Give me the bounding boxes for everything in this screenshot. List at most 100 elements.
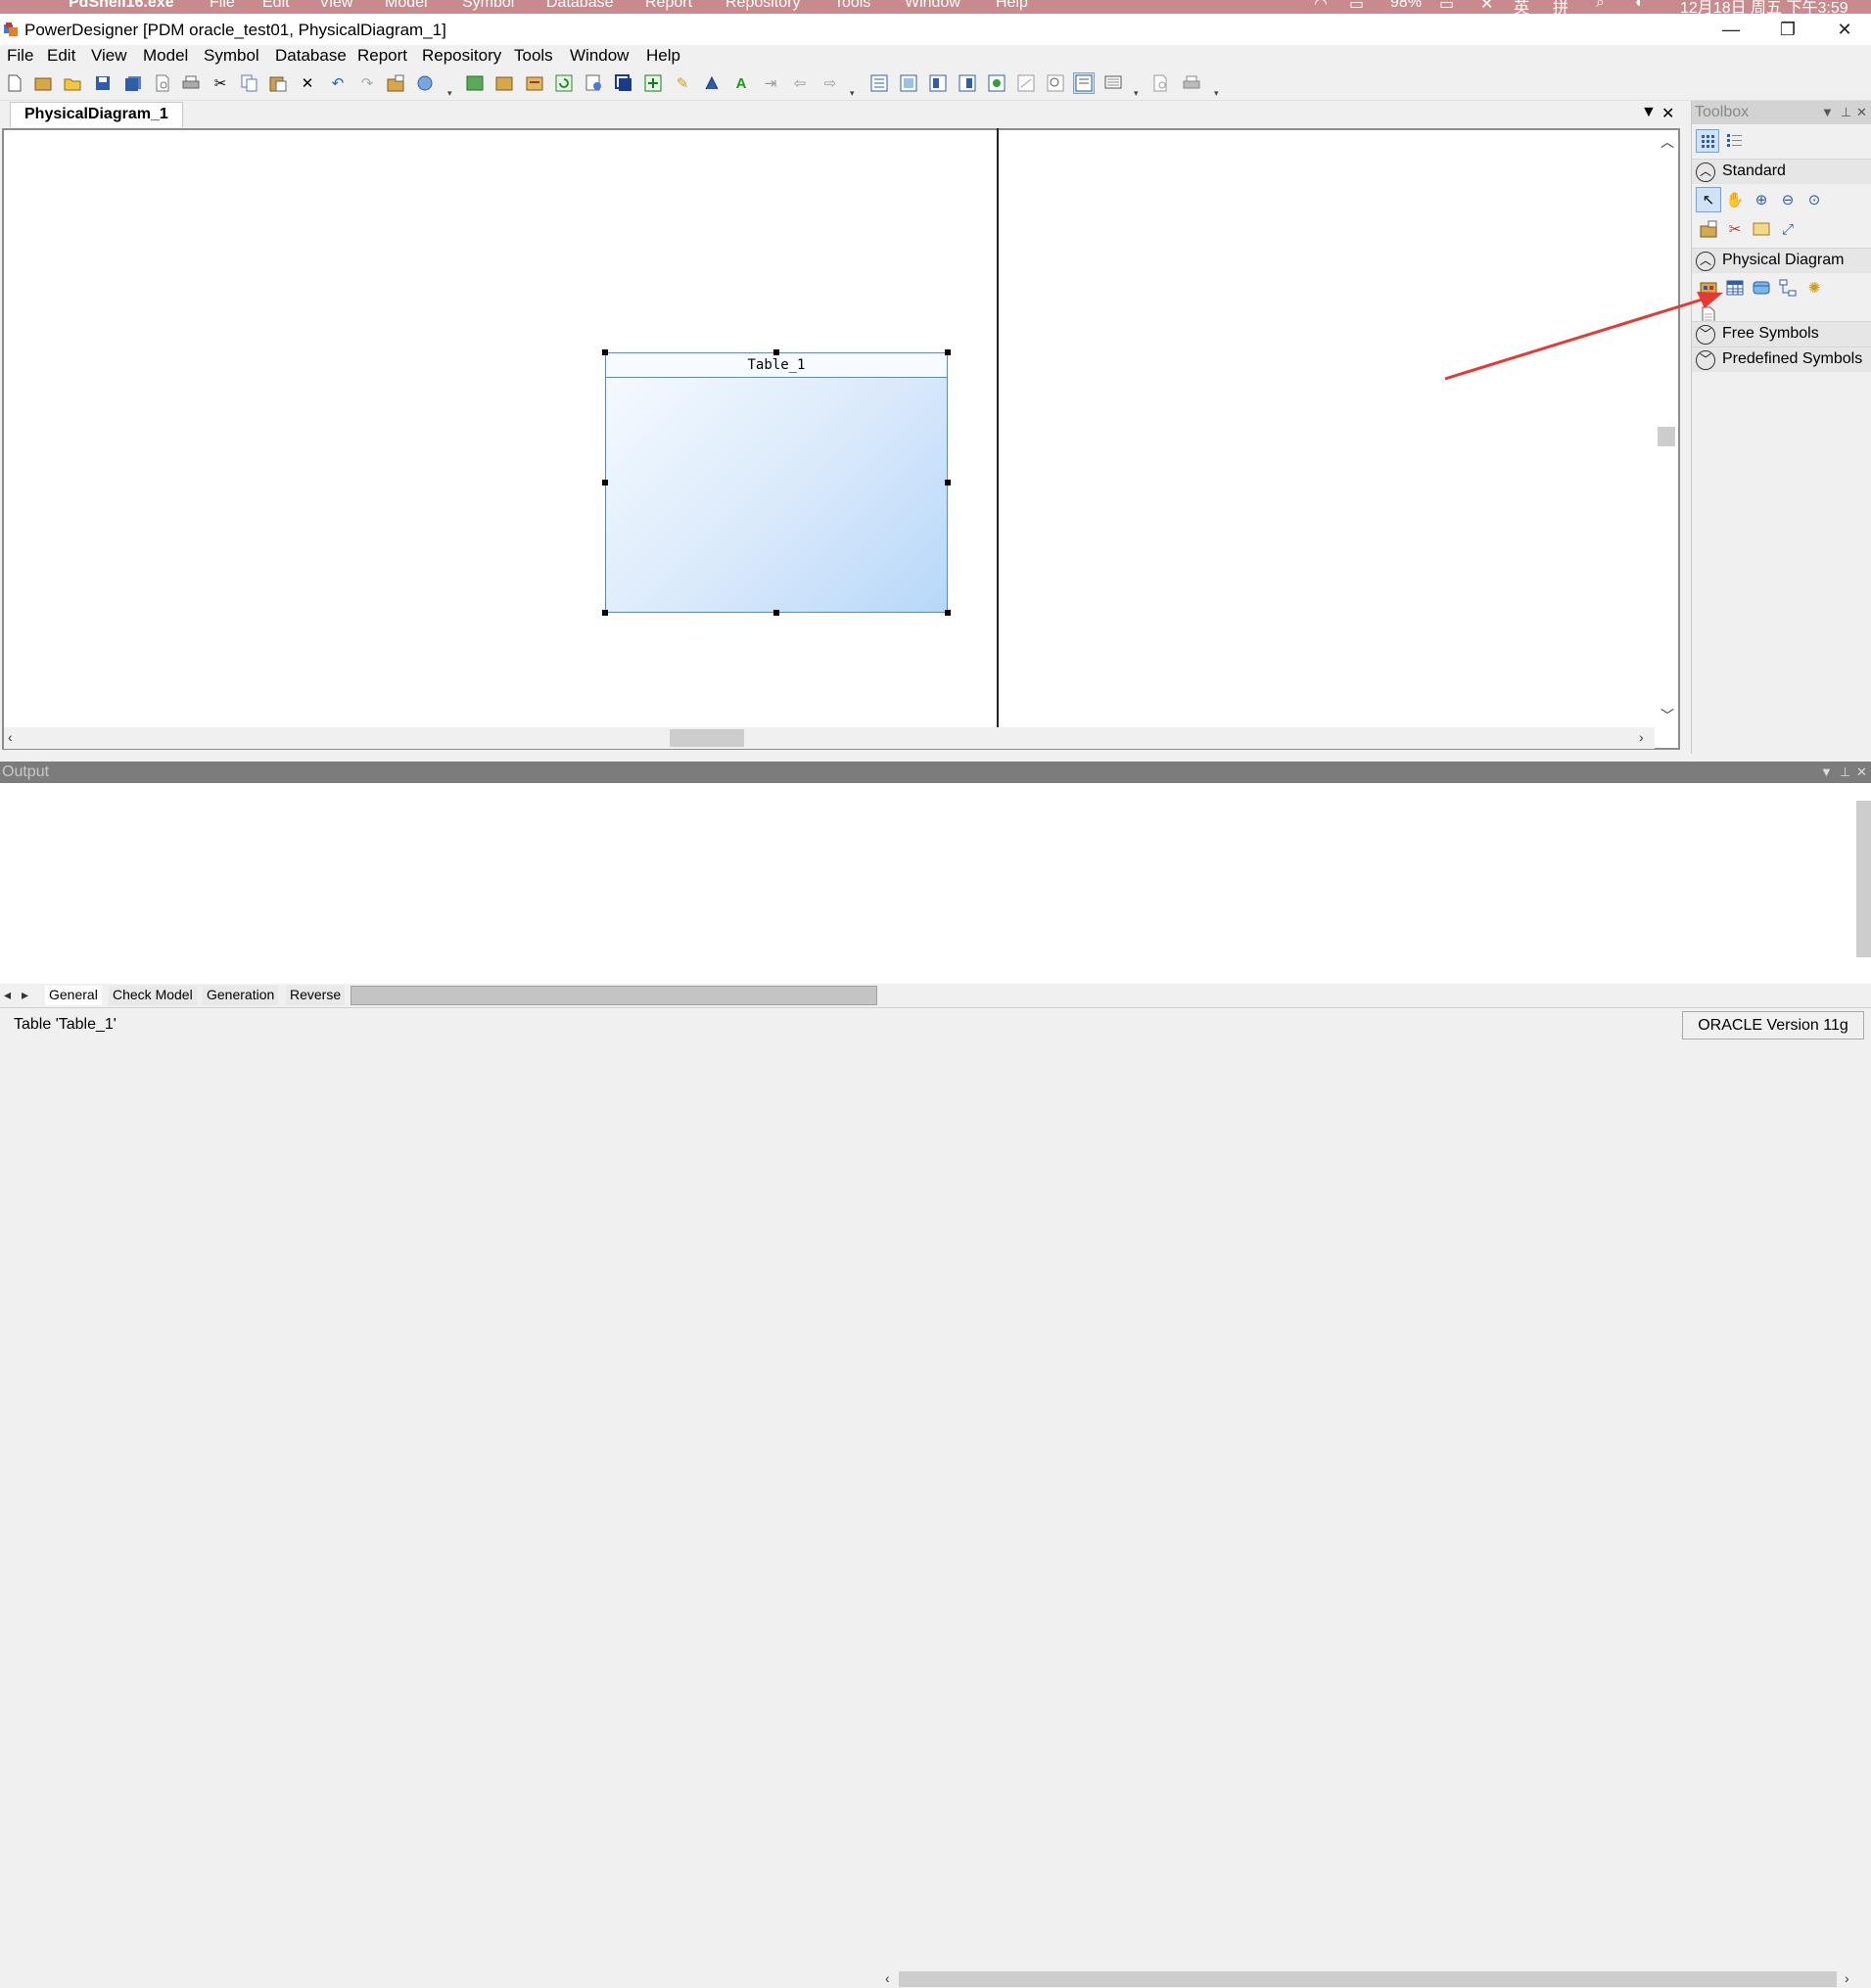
view-2-icon[interactable]	[898, 72, 919, 94]
scroll-down-icon[interactable]: ﹀	[1661, 706, 1674, 725]
browse-icon[interactable]	[414, 72, 436, 94]
tab-scroll-right-icon[interactable]: ▸	[22, 987, 28, 1003]
view-6-icon[interactable]	[1015, 72, 1037, 94]
system-menu-repository[interactable]: Repository	[725, 0, 800, 12]
scroll-right-icon[interactable]: ›	[1639, 729, 1644, 745]
package-tool-icon[interactable]	[1696, 275, 1721, 301]
powerdesigner-app-icon[interactable]	[3, 22, 19, 37]
canvas-vertical-scrollbar[interactable]: ︿ ﹀	[1655, 130, 1678, 727]
format-icon[interactable]	[701, 72, 723, 94]
table-symbol[interactable]: Table_1	[605, 352, 948, 613]
system-menu-symbol[interactable]: Symbol	[462, 0, 514, 12]
input-method-pinyin[interactable]: 拼	[1553, 0, 1568, 14]
control-center-icon[interactable]: ◐	[1635, 0, 1645, 12]
output-scroll-left-icon[interactable]: ‹	[885, 1970, 890, 1986]
toolbar-overflow[interactable]: ▾	[447, 88, 452, 99]
new-project-icon[interactable]	[32, 72, 54, 94]
collapse-icon[interactable]: ︿	[1696, 162, 1715, 182]
system-menu-help[interactable]: Help	[996, 0, 1028, 12]
spotlight-icon[interactable]: ⌕	[1596, 0, 1605, 12]
system-menu-report[interactable]: Report	[645, 0, 692, 12]
output-tab-check-model[interactable]: Check Model	[109, 986, 197, 1005]
wifi-icon[interactable]: ◠	[1314, 0, 1328, 14]
restore-button[interactable]: ❐	[1760, 16, 1815, 43]
reference-tool-icon[interactable]	[1775, 275, 1801, 301]
system-clock[interactable]: 12月18日 周五 下午3:59	[1680, 0, 1848, 14]
back-icon[interactable]: ⇦	[789, 72, 811, 94]
horizontal-scroll-thumb[interactable]	[670, 729, 744, 747]
system-app-name[interactable]: PdShell16.exe	[69, 0, 174, 12]
view-8-icon[interactable]	[1073, 72, 1095, 94]
output-scroll-right-icon[interactable]: ›	[1845, 1970, 1849, 1986]
system-menu-file[interactable]: File	[210, 0, 235, 12]
toolbar-overflow-2[interactable]: ▾	[850, 88, 855, 99]
link-tool-icon[interactable]: ⤢	[1775, 216, 1801, 242]
system-menu-window[interactable]: Window	[905, 0, 960, 12]
link-icon[interactable]: ⇥	[760, 72, 781, 94]
layout-icon[interactable]	[613, 72, 634, 94]
toolbox-list-view-icon[interactable]	[1723, 129, 1747, 153]
check-model-icon[interactable]	[464, 72, 486, 94]
save-all-icon[interactable]	[122, 72, 144, 94]
menu-view[interactable]: View	[91, 46, 127, 66]
copy-icon[interactable]	[239, 72, 260, 94]
expand-icon[interactable]: ﹀	[1696, 350, 1715, 370]
toolbox-grid-view-icon[interactable]	[1696, 129, 1719, 153]
system-menu-tools[interactable]: Tools	[834, 0, 870, 12]
paste-icon[interactable]	[267, 72, 289, 94]
procedure-tool-icon[interactable]: ✺	[1801, 275, 1827, 301]
view-7-icon[interactable]	[1045, 72, 1066, 94]
input-method-en[interactable]: 英	[1514, 0, 1529, 14]
mute-icon[interactable]: ✕	[1480, 0, 1493, 14]
output-pin-icon[interactable]: ⊥	[1840, 762, 1850, 783]
menu-edit[interactable]: Edit	[47, 46, 75, 66]
resize-handle-n[interactable]	[773, 349, 779, 355]
minimize-button[interactable]: —	[1704, 16, 1758, 43]
delete-icon[interactable]: ✕	[297, 72, 318, 94]
scroll-left-icon[interactable]: ‹	[8, 729, 13, 745]
system-menu-view[interactable]: View	[319, 0, 352, 12]
menu-symbol[interactable]: Symbol	[204, 46, 259, 66]
open-package-tool-icon[interactable]	[1696, 216, 1721, 242]
resize-handle-s[interactable]	[773, 610, 779, 616]
grabber-tool-icon[interactable]: ✋	[1722, 187, 1748, 212]
tab-list-dropdown[interactable]: ▼	[1641, 104, 1657, 121]
view-4-icon[interactable]	[957, 72, 978, 94]
collapse-icon[interactable]: ︿	[1696, 252, 1715, 271]
view-5-icon[interactable]	[986, 72, 1007, 94]
toolbox-close-button[interactable]: ✕	[1856, 101, 1867, 124]
view-tool-icon[interactable]	[1749, 275, 1774, 301]
cut-icon[interactable]: ✂	[210, 72, 231, 94]
battery-icon[interactable]: ▭	[1439, 0, 1454, 14]
text-icon[interactable]: A	[730, 72, 752, 94]
output-tab-general[interactable]: General	[45, 986, 102, 1005]
resize-handle-se[interactable]	[945, 610, 951, 616]
tab-close-button[interactable]: ✕	[1661, 104, 1674, 123]
table-tool-icon[interactable]	[1722, 275, 1748, 301]
impact-icon[interactable]	[584, 72, 605, 94]
save-icon[interactable]	[92, 72, 114, 94]
close-button[interactable]: ✕	[1817, 16, 1871, 43]
expand-icon[interactable]: ﹀	[1696, 325, 1715, 345]
system-menu-database[interactable]: Database	[546, 0, 614, 12]
update-icon[interactable]	[553, 72, 575, 94]
forward-icon[interactable]: ⇨	[819, 72, 841, 94]
view-3-icon[interactable]	[927, 72, 949, 94]
resize-handle-w[interactable]	[602, 480, 608, 485]
toolbar-overflow-4[interactable]: ▾	[1214, 88, 1219, 99]
view-1-icon[interactable]	[868, 72, 890, 94]
pointer-tool-icon[interactable]: ↖	[1696, 187, 1721, 212]
zoom-tool-icon[interactable]: ⊙	[1801, 187, 1827, 212]
output-tab-generation[interactable]: Generation	[203, 986, 279, 1005]
resize-handle-ne[interactable]	[945, 349, 951, 355]
table-name[interactable]: Table_1	[606, 353, 947, 378]
note-tool-icon[interactable]	[1749, 216, 1774, 242]
menu-database[interactable]: Database	[275, 46, 347, 66]
system-menu-edit[interactable]: Edit	[262, 0, 290, 12]
toolbox-section-predefined-symbols[interactable]: ﹀ Predefined Symbols	[1692, 347, 1871, 372]
printer-icon[interactable]	[1181, 72, 1202, 94]
generate-icon[interactable]	[493, 72, 515, 94]
menu-tools[interactable]: Tools	[514, 46, 553, 66]
preview-icon[interactable]	[1150, 72, 1172, 94]
output-text-area[interactable]	[0, 783, 1856, 984]
